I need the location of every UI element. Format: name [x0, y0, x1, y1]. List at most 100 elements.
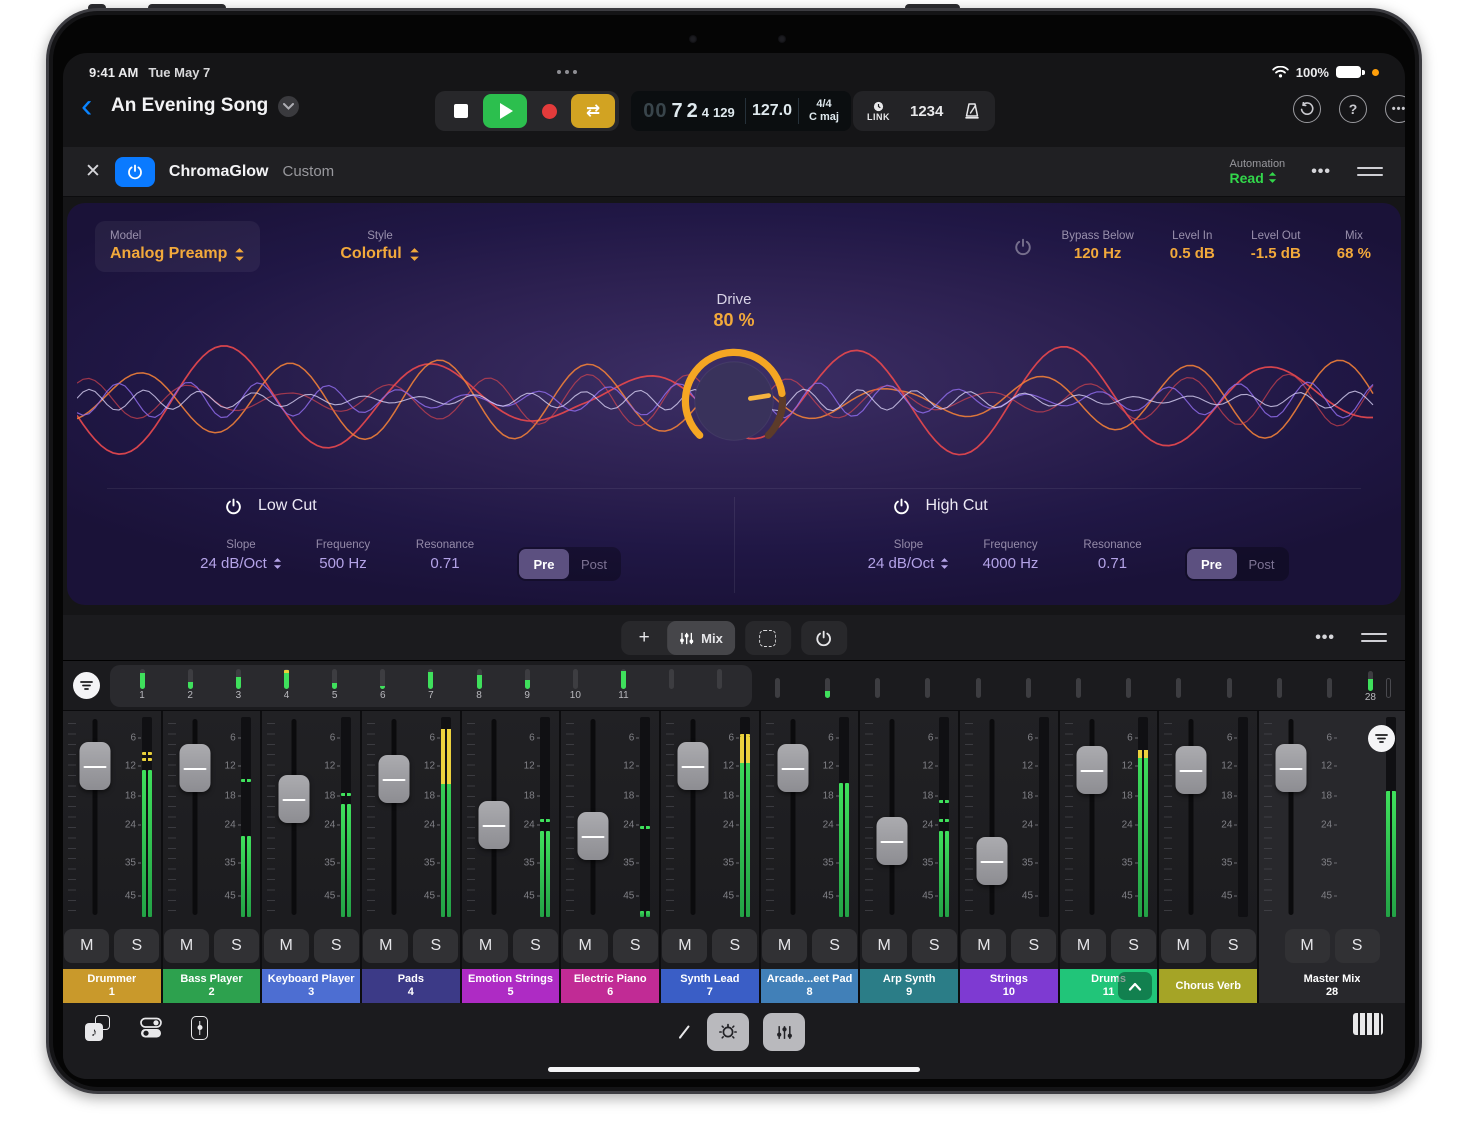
- ruler-track-item[interactable]: 5: [327, 669, 343, 703]
- fader-lane[interactable]: [277, 717, 311, 917]
- more-options-button[interactable]: •••: [1385, 95, 1405, 123]
- solo-button[interactable]: S: [1211, 929, 1256, 963]
- help-button[interactable]: ?: [1339, 95, 1367, 123]
- count-in-button[interactable]: 1234: [910, 103, 943, 120]
- plugin-power-button[interactable]: [115, 157, 155, 187]
- solo-button[interactable]: S: [314, 929, 359, 963]
- fader-cap[interactable]: [478, 801, 509, 849]
- fader-lane[interactable]: [477, 717, 511, 917]
- close-icon[interactable]: ✕: [85, 160, 101, 183]
- filter-icon[interactable]: [73, 672, 100, 699]
- track-label[interactable]: Electric Piano6: [561, 969, 659, 1003]
- mute-button[interactable]: M: [264, 929, 309, 963]
- fader-lane[interactable]: [875, 717, 909, 917]
- ruler-track-item[interactable]: [664, 669, 680, 703]
- mute-button[interactable]: M: [1285, 929, 1330, 963]
- style-select[interactable]: Style Colorful: [340, 221, 419, 263]
- mute-button[interactable]: M: [1061, 929, 1106, 963]
- ruler-track-item[interactable]: 8: [471, 669, 487, 703]
- solo-button[interactable]: S: [912, 929, 957, 963]
- fader-cap[interactable]: [1076, 746, 1107, 794]
- mix-view-button[interactable]: Mix: [667, 621, 735, 655]
- mixer-more-button[interactable]: •••: [1315, 629, 1335, 647]
- fader-lane[interactable]: [377, 717, 411, 917]
- solo-button[interactable]: S: [1111, 929, 1156, 963]
- mute-button[interactable]: M: [961, 929, 1006, 963]
- track-label[interactable]: Synth Lead7: [661, 969, 759, 1003]
- track-label[interactable]: Master Mix28: [1259, 969, 1405, 1003]
- ruler-track-item[interactable]: 7: [423, 669, 439, 703]
- ruler-track-item[interactable]: [920, 678, 936, 698]
- ruler-track-item[interactable]: [819, 678, 835, 698]
- mute-button[interactable]: M: [662, 929, 707, 963]
- back-chevron-button[interactable]: ‹: [81, 89, 92, 123]
- low-cut-slope[interactable]: Slope 24 dB/Oct: [195, 539, 287, 572]
- high-cut-power-icon[interactable]: [893, 498, 910, 515]
- fader-lane[interactable]: [576, 717, 610, 917]
- bypass-power-icon[interactable]: [1014, 238, 1032, 256]
- fader-cap[interactable]: [1276, 744, 1307, 792]
- mute-button[interactable]: M: [363, 929, 408, 963]
- fader-cap[interactable]: [777, 744, 808, 792]
- solo-button[interactable]: S: [513, 929, 558, 963]
- fader-lane[interactable]: [676, 717, 710, 917]
- low-cut-post-button[interactable]: Post: [569, 549, 619, 579]
- drive-knob[interactable]: [672, 337, 796, 461]
- fader-cap[interactable]: [578, 812, 609, 860]
- level-in-control[interactable]: Level In 0.5 dB: [1170, 230, 1215, 262]
- high-cut-resonance[interactable]: Resonance 0.71: [1067, 539, 1159, 572]
- solo-button[interactable]: S: [214, 929, 259, 963]
- home-indicator[interactable]: [548, 1067, 920, 1072]
- fader-lane[interactable]: [78, 717, 112, 917]
- mute-button[interactable]: M: [563, 929, 608, 963]
- song-title[interactable]: An Evening Song: [111, 95, 268, 117]
- fader-cap[interactable]: [977, 837, 1008, 885]
- low-cut-pre-button[interactable]: Pre: [519, 549, 569, 579]
- ruler-track-item[interactable]: 11: [615, 669, 631, 703]
- metronome-icon[interactable]: [963, 102, 981, 120]
- fader-cap[interactable]: [179, 744, 210, 792]
- fader-lane[interactable]: [1174, 717, 1208, 917]
- ruler-track-item[interactable]: [870, 678, 886, 698]
- solo-button[interactable]: S: [613, 929, 658, 963]
- drag-handle-icon[interactable]: [1357, 167, 1383, 176]
- track-label[interactable]: Arcade...eet Pad8: [761, 969, 859, 1003]
- solo-button[interactable]: S: [1011, 929, 1056, 963]
- mixer-drag-handle-icon[interactable]: [1361, 633, 1387, 642]
- ruler-track-item[interactable]: 9: [519, 669, 535, 703]
- track-label[interactable]: Arp Synth9: [860, 969, 958, 1003]
- low-cut-power-icon[interactable]: [225, 498, 242, 515]
- ruler-track-item[interactable]: [1171, 678, 1187, 698]
- fader-lane[interactable]: [1274, 717, 1308, 917]
- high-cut-slope[interactable]: Slope 24 dB/Oct: [863, 539, 955, 572]
- fader-cap[interactable]: [379, 755, 410, 803]
- track-label[interactable]: Keyboard Player3: [262, 969, 360, 1003]
- track-label[interactable]: Emotion Strings5: [462, 969, 560, 1003]
- solo-button[interactable]: S: [114, 929, 159, 963]
- fader-lane[interactable]: [1075, 717, 1109, 917]
- pencil-tool-button[interactable]: [675, 1023, 693, 1041]
- ruler-track-item[interactable]: [1020, 678, 1036, 698]
- solo-button[interactable]: S: [712, 929, 757, 963]
- marquee-select-button[interactable]: [745, 621, 791, 655]
- ruler-track-item[interactable]: [1121, 678, 1137, 698]
- filter-icon[interactable]: [1368, 725, 1395, 752]
- track-label[interactable]: Strings10: [960, 969, 1058, 1003]
- ruler-track-item[interactable]: 4: [278, 669, 294, 703]
- undo-history-button[interactable]: [1293, 95, 1321, 123]
- mute-button[interactable]: M: [463, 929, 508, 963]
- ruler-track-item[interactable]: [1271, 678, 1287, 698]
- track-label[interactable]: Bass Player2: [163, 969, 261, 1003]
- mute-button[interactable]: M: [762, 929, 807, 963]
- master-track-marker[interactable]: 28: [1365, 667, 1376, 705]
- ruler-track-item[interactable]: 1: [134, 669, 150, 703]
- solo-button[interactable]: S: [413, 929, 458, 963]
- collapse-chevron-button[interactable]: [1118, 972, 1152, 1000]
- mute-button[interactable]: M: [164, 929, 209, 963]
- mute-button[interactable]: M: [64, 929, 109, 963]
- smart-controls-button[interactable]: [707, 1013, 749, 1051]
- ruler-track-item[interactable]: [1322, 678, 1338, 698]
- fader-cap[interactable]: [279, 775, 310, 823]
- mixer-power-button[interactable]: [801, 621, 847, 655]
- solo-button[interactable]: S: [812, 929, 857, 963]
